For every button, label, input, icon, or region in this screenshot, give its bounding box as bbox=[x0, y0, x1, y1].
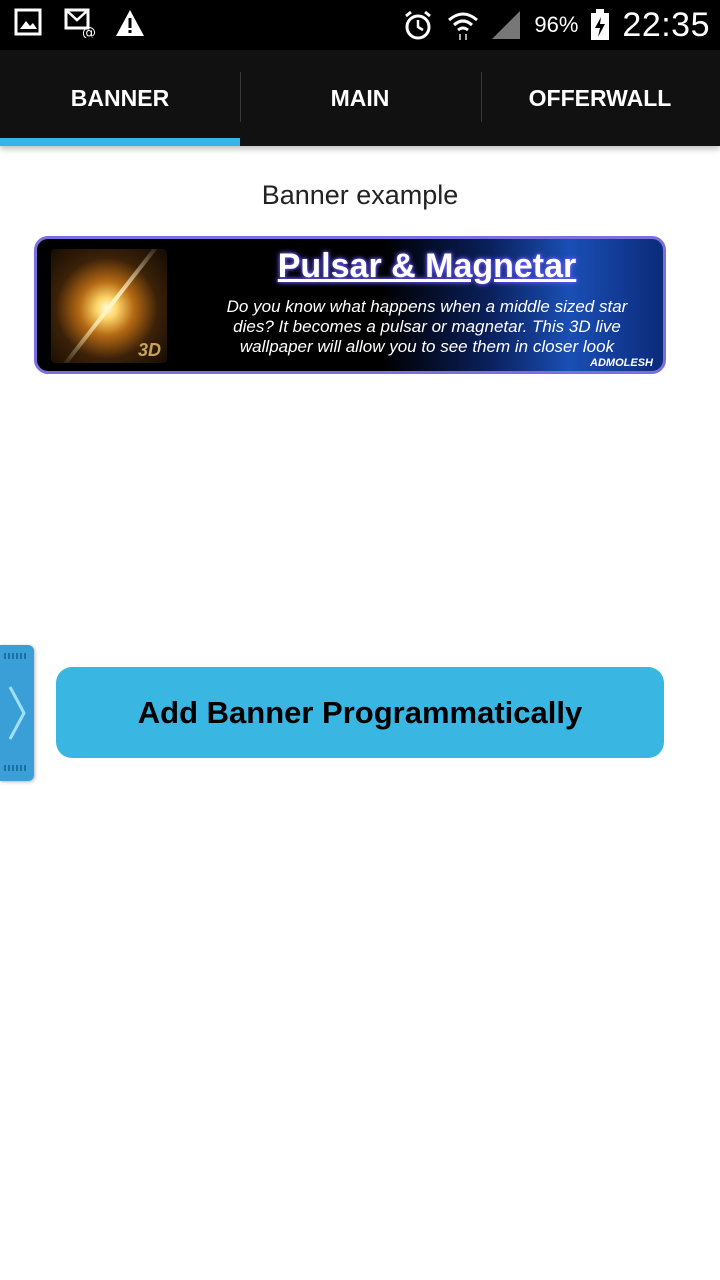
tab-label: MAIN bbox=[330, 84, 390, 111]
chevron-right-icon bbox=[4, 683, 28, 748]
ad-title: Pulsar & Magnetar bbox=[277, 247, 577, 285]
signal-icon bbox=[490, 9, 522, 41]
tab-selected-indicator bbox=[0, 138, 240, 146]
battery-percent: 96% bbox=[534, 12, 579, 37]
handle-grip-bottom bbox=[4, 765, 28, 771]
add-banner-button[interactable]: Add Banner Programmatically bbox=[56, 667, 664, 758]
gallery-icon bbox=[14, 8, 46, 40]
svg-text:@: @ bbox=[82, 25, 96, 38]
handle-grip-top bbox=[4, 653, 28, 659]
tab-bar: BANNER MAIN OFFERWALL bbox=[0, 50, 720, 146]
tab-label: OFFERWALL bbox=[528, 84, 672, 111]
status-bar: @ 96% 22:35 bbox=[0, 0, 720, 50]
tab-offerwall[interactable]: OFFERWALL bbox=[480, 50, 720, 146]
ad-thumbnail: 3D bbox=[51, 249, 167, 363]
tab-label: BANNER bbox=[70, 84, 170, 111]
tab-main[interactable]: MAIN bbox=[240, 50, 480, 146]
side-drawer-handle[interactable] bbox=[0, 645, 34, 781]
wifi-icon bbox=[446, 9, 479, 41]
email-icon: @ bbox=[64, 8, 96, 41]
clock: 22:35 bbox=[622, 5, 710, 44]
alarm-icon bbox=[402, 9, 434, 41]
ad-thumb-badge: 3D bbox=[137, 340, 161, 360]
battery-charging-icon bbox=[590, 9, 610, 41]
ad-brand-logo: ADMOLESH bbox=[590, 357, 653, 369]
warning-icon bbox=[114, 8, 146, 40]
ad-description: Do you know what happens when a middle s… bbox=[226, 297, 628, 356]
banner-ad[interactable]: 3D Pulsar & Magnetar Do you know what ha… bbox=[34, 236, 666, 374]
page-title: Banner example bbox=[261, 180, 459, 210]
tab-banner[interactable]: BANNER bbox=[0, 50, 240, 146]
